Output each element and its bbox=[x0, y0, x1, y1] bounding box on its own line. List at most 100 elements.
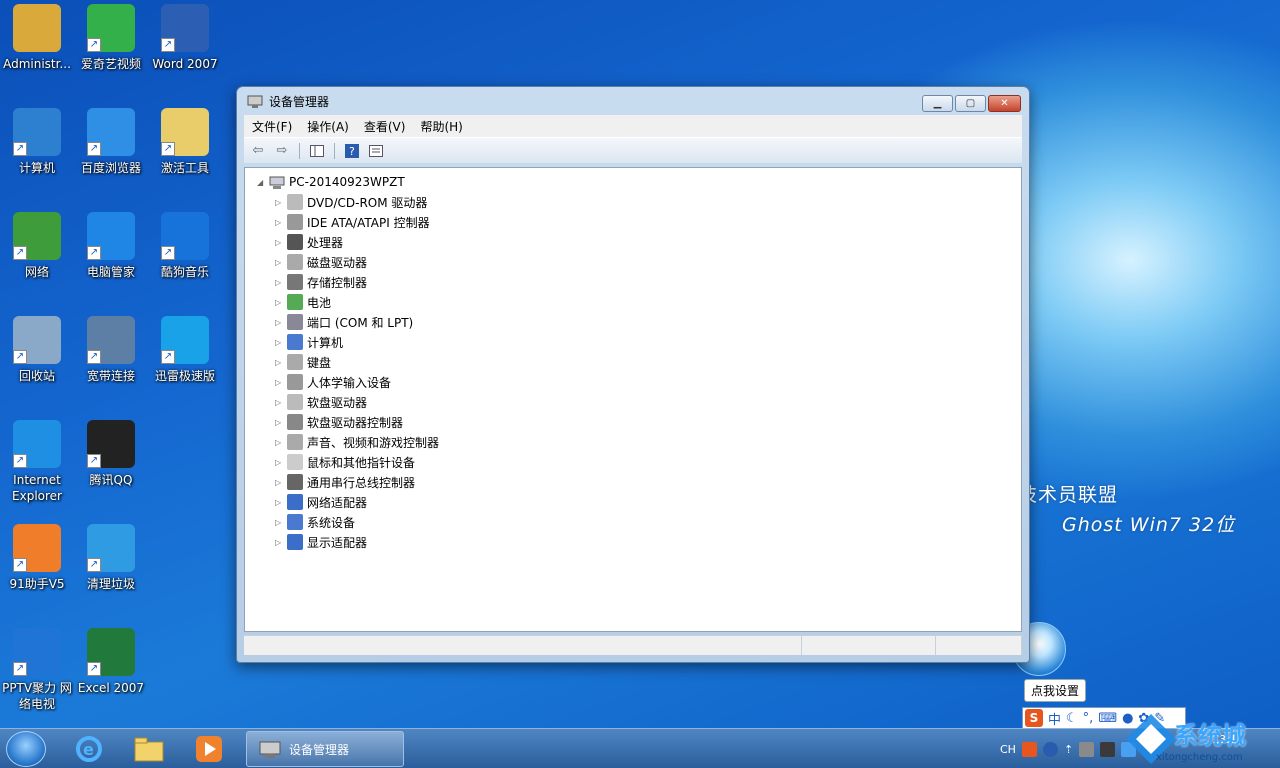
device-category-label: DVD/CD-ROM 驱动器 bbox=[307, 195, 428, 210]
maximize-button[interactable]: ▢ bbox=[955, 95, 986, 112]
device-category[interactable]: ▷ IDE ATA/ATAPI 控制器 bbox=[275, 212, 430, 232]
expand-arrow-icon[interactable]: ▷ bbox=[275, 318, 283, 327]
expand-arrow-icon[interactable]: ▷ bbox=[275, 338, 283, 347]
expand-arrow-icon[interactable]: ▷ bbox=[275, 378, 283, 387]
menu-view[interactable]: 查看(V) bbox=[364, 118, 406, 135]
expand-arrow-icon[interactable]: ▷ bbox=[275, 398, 283, 407]
expand-arrow-icon[interactable]: ▷ bbox=[275, 478, 283, 487]
desktop-icon-16[interactable]: ↗ PPTV聚力 网络电视 bbox=[0, 628, 74, 712]
desktop-icon-0[interactable]: Administr... bbox=[0, 4, 74, 72]
collapse-arrow-icon[interactable]: ◢ bbox=[257, 178, 265, 187]
desktop-icon-17[interactable]: ↗ Excel 2007 bbox=[74, 628, 148, 696]
device-category[interactable]: ▷ 系统设备 bbox=[275, 512, 355, 532]
network-tray-icon[interactable] bbox=[1100, 741, 1116, 757]
device-category[interactable]: ▷ 键盘 bbox=[275, 352, 331, 372]
expand-arrow-icon[interactable]: ▷ bbox=[275, 358, 283, 367]
taskbar-device-manager[interactable]: 设备管理器 bbox=[246, 731, 404, 767]
moon-icon[interactable]: ☾ bbox=[1066, 711, 1078, 726]
desktop-icon-2[interactable]: ↗ Word 2007 bbox=[148, 4, 222, 72]
device-category[interactable]: ▷ 存储控制器 bbox=[275, 272, 367, 292]
desktop-icon-5[interactable]: ↗ 激活工具 bbox=[148, 108, 222, 176]
toolbar: ⇦ ⇨ ? bbox=[244, 137, 1022, 163]
usb-tray-icon[interactable] bbox=[1079, 741, 1095, 757]
back-arrow-icon[interactable]: ⇦ bbox=[248, 142, 268, 160]
menu-action[interactable]: 操作(A) bbox=[307, 118, 349, 135]
desktop-icon-15[interactable]: ↗ 清理垃圾 bbox=[74, 524, 148, 592]
close-button[interactable]: ✕ bbox=[988, 95, 1021, 112]
expand-arrow-icon[interactable]: ▷ bbox=[275, 498, 283, 507]
shortcut-arrow-icon: ↗ bbox=[161, 246, 175, 260]
device-category[interactable]: ▷ 软盘驱动器控制器 bbox=[275, 412, 403, 432]
device-manager-window[interactable]: 设备管理器 ▁ ▢ ✕ 文件(F) 操作(A) 查看(V) 帮助(H) ⇦ ⇨ … bbox=[236, 86, 1030, 663]
help-icon[interactable]: ? bbox=[342, 142, 362, 160]
menu-file[interactable]: 文件(F) bbox=[252, 118, 292, 135]
title-bar[interactable]: 设备管理器 bbox=[237, 87, 1029, 115]
device-category[interactable]: ▷ 处理器 bbox=[275, 232, 343, 252]
desktop-icon-14[interactable]: ↗ 91助手V5 bbox=[0, 524, 74, 592]
menu-help[interactable]: 帮助(H) bbox=[420, 118, 462, 135]
expand-arrow-icon[interactable]: ▷ bbox=[275, 278, 283, 287]
expand-arrow-icon[interactable]: ▷ bbox=[275, 198, 283, 207]
device-category[interactable]: ▷ 电池 bbox=[275, 292, 331, 312]
folder-icon: ↗ bbox=[161, 108, 209, 156]
expand-arrow-icon[interactable]: ▷ bbox=[275, 438, 283, 447]
desktop-icon-10[interactable]: ↗ 宽带连接 bbox=[74, 316, 148, 384]
ie-icon: ↗ bbox=[13, 420, 61, 468]
desktop-icon-7[interactable]: ↗ 电脑管家 bbox=[74, 212, 148, 280]
wallpaper-text-brand: 技术员联盟 bbox=[1018, 484, 1119, 506]
expand-arrow-icon[interactable]: ▷ bbox=[275, 218, 283, 227]
taskbar-explorer-icon[interactable] bbox=[122, 733, 176, 765]
sogou-tray-icon[interactable] bbox=[1021, 741, 1037, 757]
device-category[interactable]: ▷ 鼠标和其他指针设备 bbox=[275, 452, 415, 472]
expand-arrow-icon[interactable]: ▷ bbox=[275, 298, 283, 307]
desktop-icon-9[interactable]: ↗ 回收站 bbox=[0, 316, 74, 384]
language-indicator[interactable]: CH bbox=[1000, 743, 1016, 756]
expand-arrow-icon[interactable]: ▷ bbox=[275, 538, 283, 547]
console-tree-icon[interactable] bbox=[307, 142, 327, 160]
device-category[interactable]: ▷ 网络适配器 bbox=[275, 492, 367, 512]
device-category-label: 软盘驱动器 bbox=[307, 395, 368, 410]
device-tree: ◢ PC-20140923WPZT ▷ DVD/CD-ROM 驱动器 ▷ IDE AT… bbox=[244, 167, 1022, 632]
tree-root[interactable]: ◢ PC-20140923WPZT bbox=[257, 172, 405, 192]
device-category[interactable]: ▷ 显示适配器 bbox=[275, 532, 367, 552]
punctuation-icon[interactable]: °, bbox=[1083, 711, 1094, 726]
desktop-icon-3[interactable]: ↗ 计算机 bbox=[0, 108, 74, 176]
device-category[interactable]: ▷ 软盘驱动器 bbox=[275, 392, 367, 412]
keyboard-icon[interactable]: ⌨ bbox=[1098, 711, 1117, 726]
device-category[interactable]: ▷ DVD/CD-ROM 驱动器 bbox=[275, 192, 427, 212]
device-category[interactable]: ▷ 声音、视频和游戏控制器 bbox=[275, 432, 439, 452]
device-category[interactable]: ▷ 磁盘驱动器 bbox=[275, 252, 367, 272]
ime-mode-toggle[interactable]: 中 bbox=[1048, 709, 1061, 728]
desktop-icon-1[interactable]: ↗ 爱奇艺视频 bbox=[74, 4, 148, 72]
desktop-icon-4[interactable]: ↗ 百度浏览器 bbox=[74, 108, 148, 176]
taskbar-ie-icon[interactable]: e bbox=[62, 733, 116, 765]
toolbar-separator bbox=[334, 142, 335, 159]
desktop-icon-6[interactable]: ↗ 网络 bbox=[0, 212, 74, 280]
device-category[interactable]: ▷ 人体学输入设备 bbox=[275, 372, 391, 392]
desktop-icon-8[interactable]: ↗ 酷狗音乐 bbox=[148, 212, 222, 280]
forward-arrow-icon[interactable]: ⇨ bbox=[272, 142, 292, 160]
minimize-button[interactable]: ▁ bbox=[922, 95, 953, 112]
toolbar-separator bbox=[299, 142, 300, 159]
device-category[interactable]: ▷ 计算机 bbox=[275, 332, 343, 352]
properties-icon[interactable] bbox=[366, 142, 386, 160]
desktop-icon-label: 网络 bbox=[24, 265, 49, 279]
expand-arrow-icon[interactable]: ▷ bbox=[275, 458, 283, 467]
clean-trash-icon: ↗ bbox=[87, 524, 135, 572]
taskbar-media-player-icon[interactable] bbox=[182, 733, 236, 765]
expand-arrow-icon[interactable]: ▷ bbox=[275, 258, 283, 267]
device-category[interactable]: ▷ 通用串行总线控制器 bbox=[275, 472, 415, 492]
desktop-icon-13[interactable]: ↗ 腾讯QQ bbox=[74, 420, 148, 488]
device-category[interactable]: ▷ 端口 (COM 和 LPT) bbox=[275, 312, 413, 332]
start-button[interactable] bbox=[6, 731, 46, 767]
device-category-label: 声音、视频和游戏控制器 bbox=[307, 435, 440, 450]
desktop-icon-12[interactable]: ↗ Internet Explorer bbox=[0, 420, 74, 504]
expand-arrow-icon[interactable]: ▷ bbox=[275, 518, 283, 527]
expand-arrow-icon[interactable]: ▷ bbox=[275, 418, 283, 427]
device-category-label: 计算机 bbox=[307, 335, 344, 350]
show-hidden-icons-icon[interactable]: ⇡ bbox=[1064, 743, 1073, 756]
help-tray-icon[interactable] bbox=[1042, 741, 1058, 757]
desktop-icon-11[interactable]: ↗ 迅雷极速版 bbox=[148, 316, 222, 384]
expand-arrow-icon[interactable]: ▷ bbox=[275, 238, 283, 247]
sogou-icon[interactable]: S bbox=[1025, 709, 1043, 727]
